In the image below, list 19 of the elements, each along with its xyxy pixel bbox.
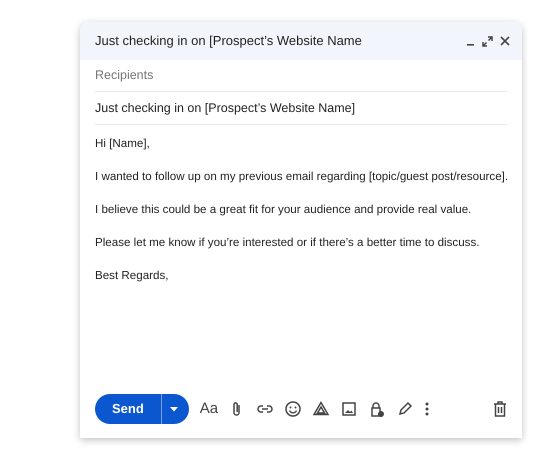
body-paragraph: Hi [Name], xyxy=(95,136,151,152)
body-paragraph: Best Regards, xyxy=(95,268,170,284)
close-icon[interactable] xyxy=(500,36,510,46)
emoji-icon[interactable] xyxy=(284,400,302,418)
expand-icon[interactable] xyxy=(482,36,493,46)
more-options-icon[interactable] xyxy=(424,400,430,418)
body-paragraph: Please let me know if you’re interested or if there’s a better time to discuss. xyxy=(95,235,480,251)
window-title: Just checking in on [Prospect’s Website Name xyxy=(95,32,363,50)
subject-field[interactable]: Just checking in on [Prospect’s Website Name] xyxy=(95,98,507,118)
triangle-icon[interactable] xyxy=(312,400,330,418)
body-paragraph: I wanted to follow up on my previous email regarding [topic/guest post/resource]. xyxy=(95,169,507,185)
body-paragraph: I believe this could be a great fit for your audience and provide real value. xyxy=(95,202,472,218)
formatting-button[interactable]: Aa xyxy=(200,398,218,420)
image-icon[interactable] xyxy=(340,400,358,418)
send-button[interactable]: Send xyxy=(95,394,162,424)
recipients-field[interactable]: Recipients xyxy=(95,66,507,85)
trash-icon[interactable] xyxy=(492,400,508,418)
caret-icon xyxy=(170,406,178,412)
pen-icon[interactable] xyxy=(396,400,414,418)
